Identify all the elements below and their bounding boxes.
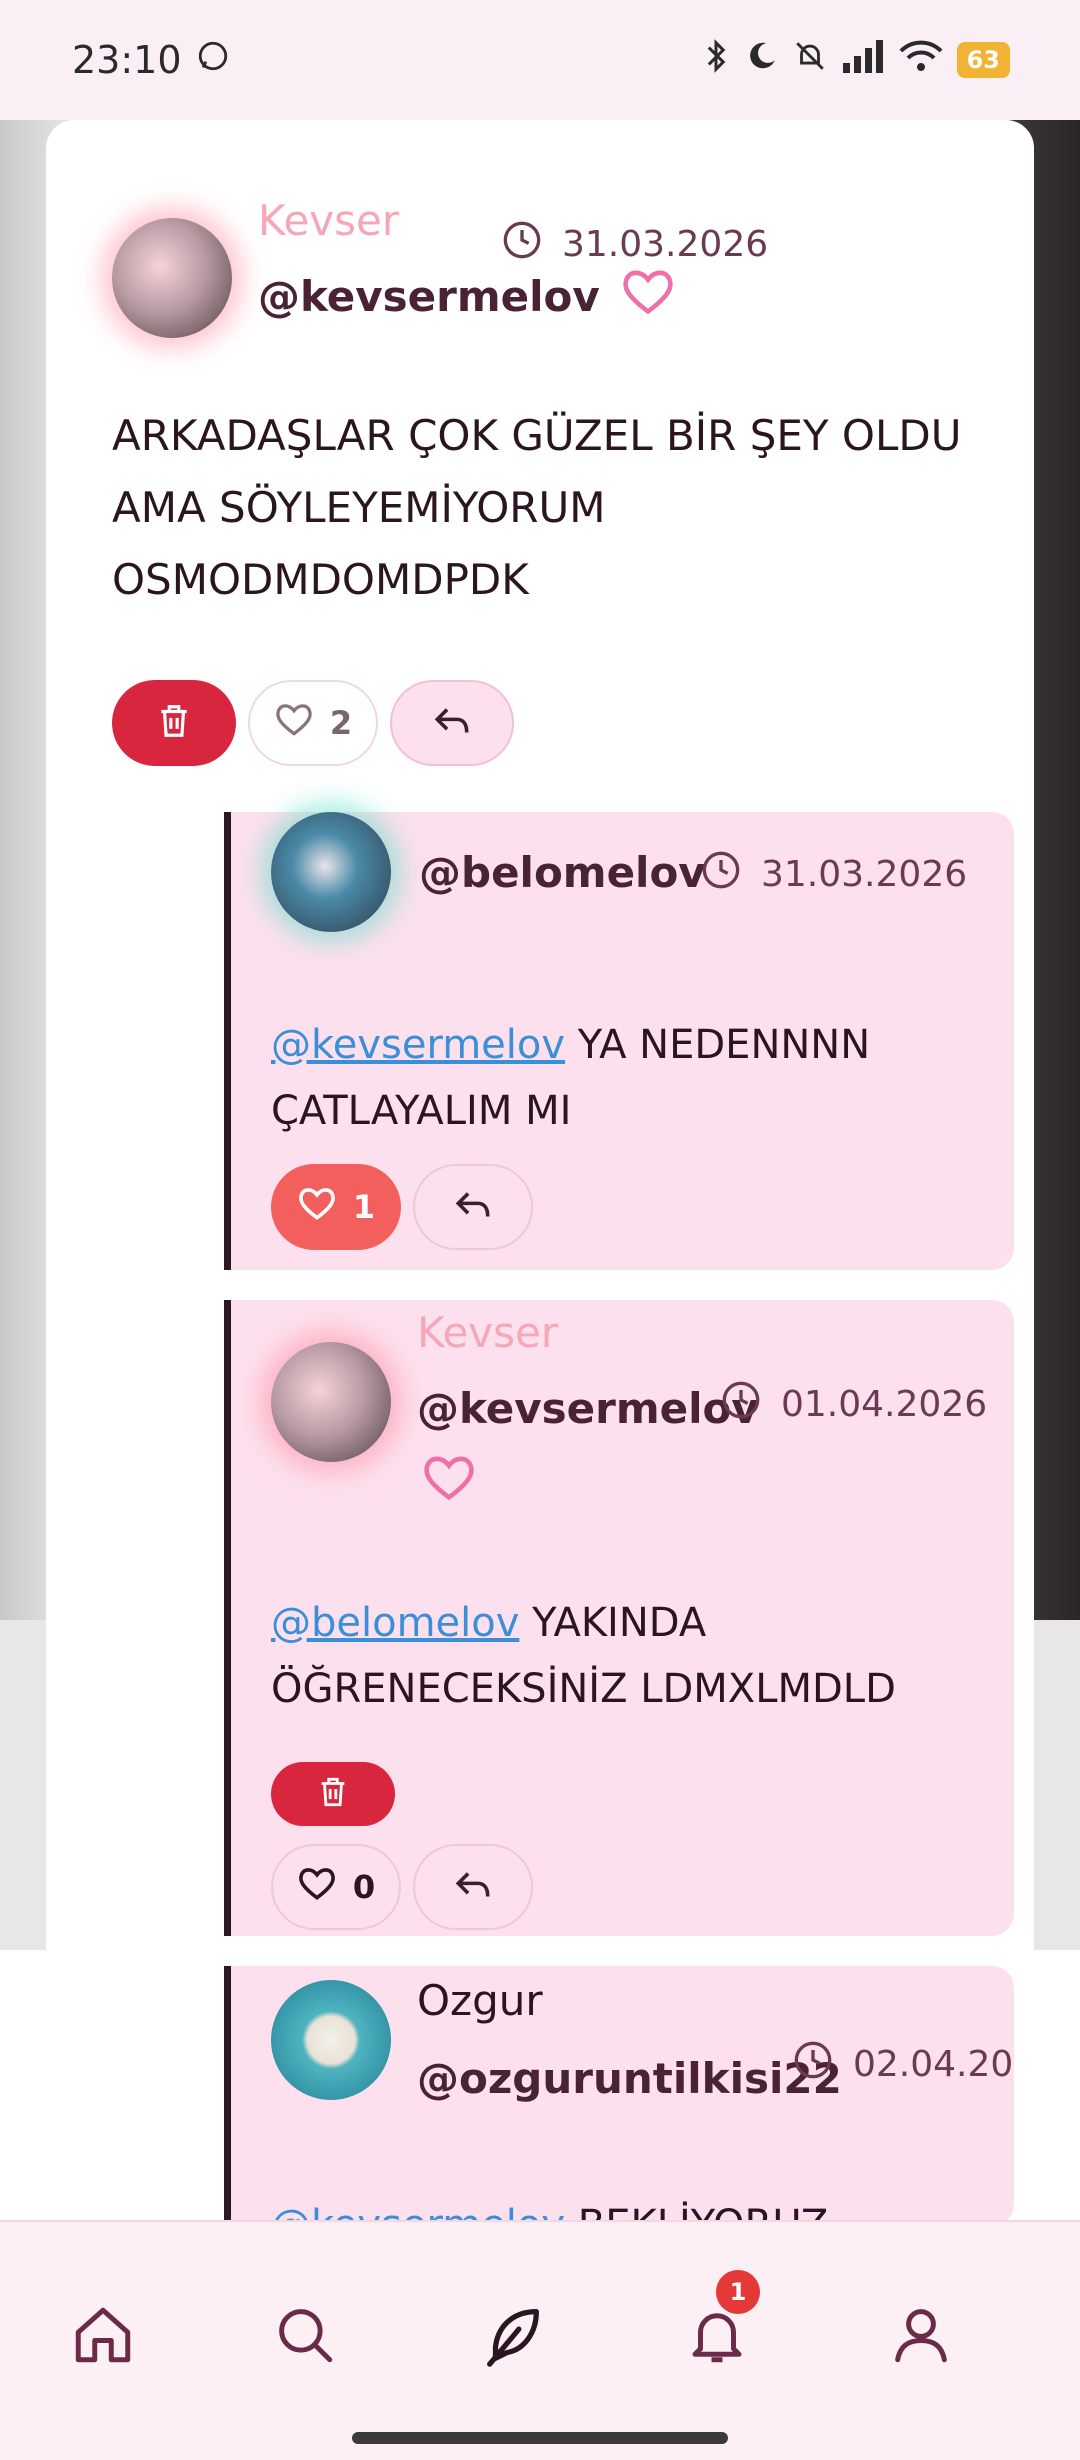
bluetooth-icon (701, 38, 731, 83)
avatar[interactable] (271, 812, 391, 932)
avatar[interactable] (112, 218, 232, 338)
feather-icon (478, 2300, 548, 2374)
user-icon (888, 2302, 954, 2372)
notification-badge: 1 (716, 2270, 760, 2314)
post-card: Kevser @kevsermelov 31.03.2026 ARKADAŞLA… (46, 120, 1034, 2226)
nav-notifications[interactable]: 1 (672, 2270, 762, 2382)
comment-card: Kevser @kevsermelov 01.04.2026 @belomelo… (224, 1300, 1014, 1936)
post-text: ARKADAŞLAR ÇOK GÜZEL BİR ŞEY OLDU AMA SÖ… (112, 411, 962, 604)
reply-button[interactable] (390, 680, 514, 766)
avatar[interactable] (271, 1342, 391, 1462)
comment-actions: 1 (271, 1164, 533, 1250)
like-count: 0 (352, 1868, 376, 1906)
user-handle[interactable]: @belomelov (419, 848, 706, 897)
comment-actions: 0 (271, 1844, 533, 1930)
date-text: 01.04.2026 (781, 1384, 988, 1425)
muted-bell-icon (793, 38, 827, 82)
comment-card: @belomelov 31.03.2026 @kevsermelov YA NE… (224, 812, 1014, 1270)
clock-icon (721, 1380, 761, 1429)
heart-icon (421, 1452, 477, 1506)
reply-button[interactable] (413, 1164, 533, 1250)
comment-text: @belomelov YAKINDA ÖĞRENECEKSİNİZ LDMXLM… (271, 1590, 971, 1722)
reply-arrow-icon (432, 703, 472, 743)
trash-icon (155, 702, 193, 744)
heart-icon (274, 701, 314, 745)
post-actions: 2 (112, 680, 514, 766)
display-name: Ozgur (417, 1976, 543, 2025)
nav-compose[interactable] (468, 2292, 558, 2382)
battery-indicator: 63 (956, 42, 1010, 78)
reply-button[interactable] (413, 1844, 533, 1930)
display-name: Kevser (258, 196, 400, 245)
like-count: 2 (329, 704, 353, 742)
mention-link[interactable]: @belomelov (271, 1600, 519, 1646)
bottom-navigation: 1 (0, 2220, 1080, 2460)
like-button[interactable]: 1 (271, 1164, 401, 1250)
status-bar: 23:10 63 (0, 0, 1080, 120)
moon-icon (745, 38, 779, 82)
search-icon (272, 2302, 338, 2372)
like-button[interactable]: 0 (271, 1844, 401, 1930)
handle-text: @kevsermelov (258, 271, 600, 321)
user-handle[interactable]: @ozguruntilkisi22 (417, 2054, 842, 2103)
user-handle[interactable]: @kevsermelov (417, 1384, 759, 1433)
comment-text: @kevsermelov YA NEDENNNN ÇATLAYALIM MI (271, 1012, 971, 1144)
delete-button[interactable] (112, 680, 236, 766)
like-button[interactable]: 2 (248, 680, 378, 766)
home-icon (70, 2302, 136, 2372)
comment-date: 01.04.2026 (721, 1380, 987, 1429)
clock-icon (502, 220, 542, 269)
like-count: 1 (352, 1188, 376, 1226)
home-indicator[interactable] (352, 2432, 728, 2444)
comment-date: 31.03.2026 (701, 850, 967, 899)
clock-icon (793, 2040, 833, 2089)
heart-icon (297, 1185, 337, 1229)
nav-home[interactable] (58, 2292, 148, 2382)
display-name: Kevser (417, 1308, 559, 1357)
post-header: Kevser @kevsermelov 31.03.2026 (112, 196, 994, 356)
date-text: 31.03.2026 (562, 224, 769, 265)
delete-button[interactable] (271, 1762, 395, 1826)
status-time: 23:10 (72, 38, 182, 82)
post-date: 31.03.2026 (502, 220, 768, 269)
wifi-icon (899, 38, 943, 82)
user-handle[interactable]: @kevsermelov (258, 266, 676, 326)
nav-profile[interactable] (876, 2292, 966, 2382)
signal-icon (841, 38, 885, 82)
nav-search[interactable] (260, 2292, 350, 2382)
comment-date: 02.04.2026 (793, 2040, 1014, 2089)
whatsapp-icon (196, 38, 230, 82)
reply-arrow-icon (453, 1187, 493, 1227)
date-text: 31.03.2026 (761, 854, 968, 895)
reply-arrow-icon (453, 1867, 493, 1907)
trash-icon (316, 1775, 350, 1813)
mention-link[interactable]: @kevsermelov (271, 1022, 565, 1068)
avatar[interactable] (271, 1980, 391, 2100)
heart-icon (297, 1865, 337, 1909)
date-text: 02.04.2026 (853, 2044, 1014, 2085)
heart-icon (620, 266, 676, 326)
clock-icon (701, 850, 741, 899)
comment-card: Ozgur @ozguruntilkisi22 02.04.2026 @kevs… (224, 1966, 1014, 2226)
